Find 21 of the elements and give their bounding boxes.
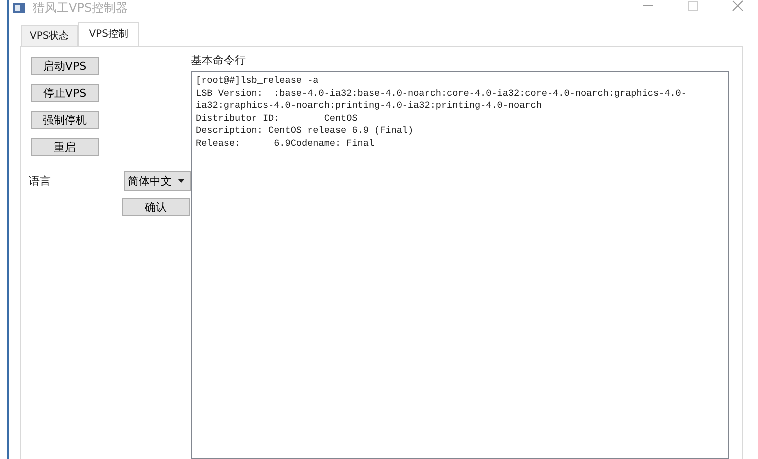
console-line: LSB Version: :base-4.0-ia32:base-4.0-noarch:core-4.0-ia32:core-4.0-noarch:graphics-4.0-ia32:graphics-4.0-noarch:printing-4.0-ia32:printing-4.0-noarch [196, 88, 688, 112]
app-icon [13, 3, 25, 13]
close-icon[interactable] [732, 0, 744, 12]
console-line: Description: CentOS release 6.9 (Final) [196, 125, 415, 138]
language-label: 语言 [29, 174, 51, 188]
console-line: Distributor ID: CentOS [196, 112, 359, 125]
console-output[interactable] [191, 71, 729, 459]
maximize-icon[interactable] [687, 0, 699, 12]
tab[interactable]: VPS控制 [78, 22, 140, 46]
action-button[interactable]: 停止VPS [31, 84, 99, 102]
caret-icon [178, 179, 185, 183]
action-button[interactable]: 启动VPS [31, 57, 99, 75]
console-line: Release: 6.9Codename: Final [196, 138, 376, 150]
action-button[interactable]: 重启 [31, 138, 99, 156]
window-title: 猎风工VPS控制器 [33, 0, 128, 16]
action-button[interactable]: 强制停机 [31, 111, 99, 129]
tab[interactable]: VPS状态 [21, 25, 78, 46]
console-line: [root@#]lsb_release -a [196, 75, 320, 88]
console-label: 基本命令行 [191, 53, 247, 68]
language-dropdown[interactable]: 简体中文 [124, 171, 191, 191]
confirm-button[interactable]: 确认 [122, 198, 190, 216]
